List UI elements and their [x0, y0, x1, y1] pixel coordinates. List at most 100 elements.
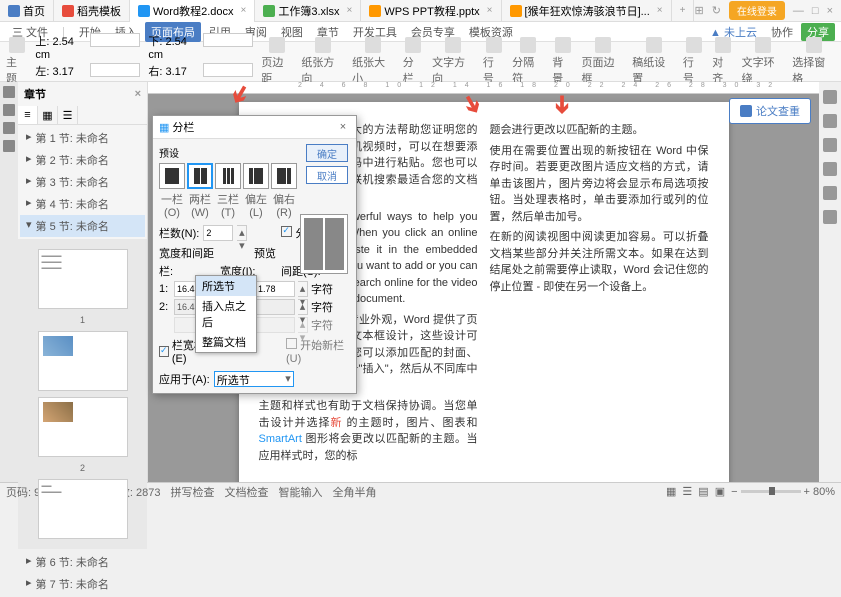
word-icon [138, 5, 150, 17]
new-tab[interactable]: + [672, 0, 695, 22]
wrap-icon[interactable] [755, 37, 771, 53]
style-icon[interactable] [823, 114, 837, 128]
theme-icon[interactable] [9, 37, 25, 53]
page-thumb[interactable] [38, 331, 128, 391]
nav-item[interactable]: ▸第 4 节: 未命名 [20, 193, 145, 215]
fullwidth-status[interactable]: 全角半角 [333, 484, 377, 500]
page-thumb[interactable] [38, 397, 128, 457]
preset-one[interactable] [159, 163, 185, 189]
border-icon[interactable] [595, 37, 611, 53]
arrow-icon[interactable] [3, 86, 15, 98]
select-icon[interactable] [806, 37, 822, 53]
margin-right-input[interactable] [203, 63, 253, 77]
template-icon [62, 5, 74, 17]
cancel-button[interactable]: 取消 [306, 166, 348, 184]
doc-check-status[interactable]: 文档检查 [225, 484, 269, 500]
cols-spinner[interactable]: ▴▾ [237, 225, 247, 241]
preset-left[interactable] [243, 163, 269, 189]
minimize-icon[interactable]: — [793, 5, 804, 17]
nav-item[interactable]: ▸第 1 节: 未命名 [20, 127, 145, 149]
nav-item-selected[interactable]: ▾第 5 节: 未命名 [20, 215, 145, 237]
view-outline-icon[interactable]: ☰ [682, 485, 692, 498]
dropdown-item[interactable]: 插入点之后 [196, 296, 256, 332]
bookmark-icon[interactable] [3, 122, 15, 134]
arrow-annotation: ➔ [548, 94, 577, 114]
doc-tab-other[interactable]: [猴年狂欢惊涛骇浪节日]...× [502, 0, 672, 22]
essay-icon [740, 105, 752, 117]
zoom-slider[interactable] [741, 490, 801, 493]
preset-two[interactable] [187, 163, 213, 189]
dropdown-item[interactable]: 整篇文档 [196, 332, 256, 352]
nav-item[interactable]: ▸第 2 节: 未命名 [20, 149, 145, 171]
apply-select[interactable]: 所选节▾ [214, 371, 294, 387]
margin-top-input[interactable] [90, 33, 140, 47]
linenum2-icon[interactable] [686, 37, 702, 53]
margin-bottom-input[interactable] [203, 33, 253, 47]
doc-icon[interactable] [3, 104, 15, 116]
orientation-icon[interactable] [315, 37, 331, 53]
user-login[interactable]: 在线登录 [729, 1, 785, 20]
equal-width-checkbox[interactable] [159, 346, 169, 357]
spell-check[interactable]: 拼写检查 [171, 484, 215, 500]
zoom-out[interactable]: − [731, 486, 737, 498]
window-close-icon[interactable]: × [827, 5, 833, 17]
grid-icon[interactable]: ⊞ [694, 4, 703, 17]
ok-button[interactable]: 确定 [306, 144, 348, 162]
backup-icon[interactable] [823, 210, 837, 224]
spacing1-input[interactable] [255, 281, 295, 297]
dialog-close-icon[interactable]: × [336, 120, 350, 134]
template-tab[interactable]: 稻壳模板 [54, 0, 130, 22]
view-print-icon[interactable]: ▦ [666, 485, 676, 498]
sync-icon[interactable]: ↻ [712, 4, 721, 17]
zoom-percent[interactable]: 80% [813, 486, 835, 498]
maximize-icon[interactable]: □ [812, 5, 819, 17]
navpanel-close-icon[interactable]: × [135, 88, 141, 100]
close-icon[interactable]: × [487, 5, 493, 16]
home-tab[interactable]: 首页 [0, 0, 54, 22]
select-icon[interactable] [823, 138, 837, 152]
essay-check-button[interactable]: 论文查重 [729, 98, 811, 124]
preset-right[interactable] [271, 163, 297, 189]
linenum-icon[interactable] [486, 37, 502, 53]
paper-icon[interactable] [646, 37, 662, 53]
close-icon[interactable]: × [657, 5, 663, 16]
margins-icon[interactable] [269, 37, 285, 53]
limit-icon[interactable] [823, 162, 837, 176]
dropdown-item[interactable]: 所选节 [196, 276, 256, 296]
separator-checkbox[interactable] [281, 226, 292, 237]
nav-item[interactable]: ▸第 6 节: 未命名 [20, 551, 145, 573]
page-thumb[interactable]: ▬▬▬▬▬▬▬▬▬▬▬▬ [38, 249, 128, 309]
nav-tab-thumb[interactable]: ▦ [38, 106, 58, 124]
format-icon[interactable] [823, 90, 837, 104]
search-icon[interactable] [3, 140, 15, 152]
textdir-icon[interactable] [445, 37, 461, 53]
navpanel-title: 章节 [24, 86, 46, 102]
zoom-in[interactable]: + [804, 486, 810, 498]
prop-icon[interactable] [823, 186, 837, 200]
bg-icon[interactable] [555, 37, 571, 53]
nav-item[interactable]: ▸第 7 节: 未命名 [20, 573, 145, 595]
home-icon [8, 5, 20, 17]
break-icon[interactable] [520, 37, 536, 53]
doc-tab-word[interactable]: Word教程2.docx× [130, 0, 255, 22]
ppt-icon [510, 5, 522, 17]
input-status[interactable]: 智能输入 [279, 484, 323, 500]
doc-tab-ppt[interactable]: WPS PPT教程.pptx× [361, 0, 501, 22]
doc-tab-xlsx[interactable]: 工作簿3.xlsx× [255, 0, 361, 22]
close-icon[interactable]: × [346, 5, 352, 16]
columns-icon[interactable] [405, 37, 421, 53]
preview [300, 214, 348, 274]
page-thumb[interactable]: ▬▬▬▬▬▬ [38, 479, 128, 539]
cols-input[interactable] [203, 225, 233, 241]
align-icon[interactable] [715, 37, 731, 53]
view-read-icon[interactable]: ▣ [715, 485, 725, 498]
size-icon[interactable] [365, 37, 381, 53]
preset-three[interactable] [215, 163, 241, 189]
ppt-icon [369, 5, 381, 17]
nav-tab-outline[interactable]: ≡ [18, 106, 38, 124]
close-icon[interactable]: × [241, 5, 247, 16]
margin-left-input[interactable] [90, 63, 140, 77]
view-web-icon[interactable]: ▤ [698, 485, 708, 498]
nav-tab-result[interactable]: ☰ [58, 106, 78, 124]
nav-item[interactable]: ▸第 3 节: 未命名 [20, 171, 145, 193]
